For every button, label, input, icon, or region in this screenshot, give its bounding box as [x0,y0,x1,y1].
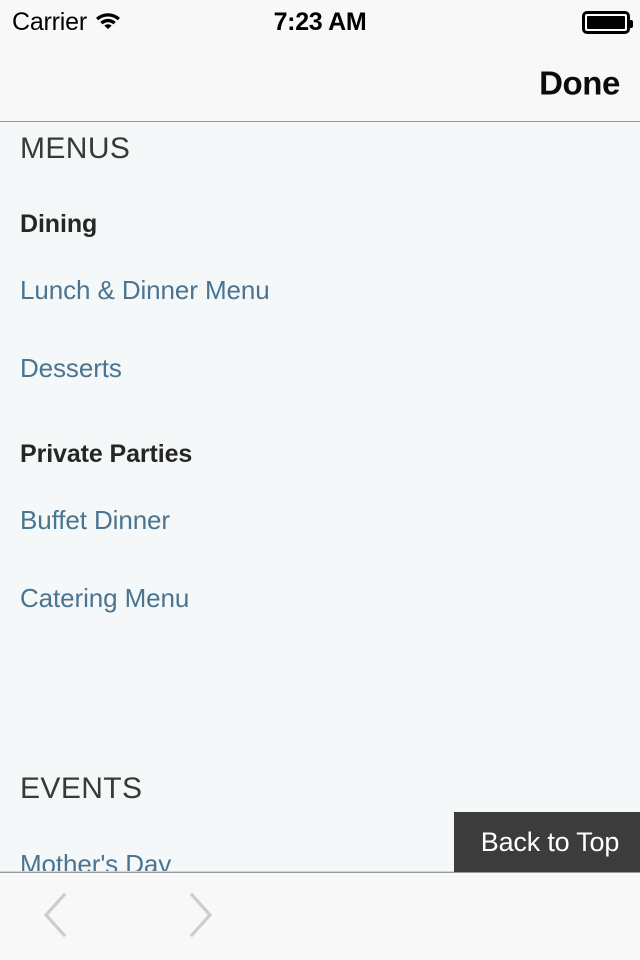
group-title-dining: Dining [20,210,98,238]
status-bar: Carrier 7:23 AM [0,0,640,44]
chevron-right-icon [185,891,215,942]
back-to-top-button[interactable]: Back to Top [454,812,640,872]
menu-link-mothers-day[interactable]: Mother's Day [20,849,171,872]
group-title-private-parties: Private Parties [20,440,193,468]
wifi-icon [95,10,121,34]
status-bar-right [582,0,633,44]
web-content-view[interactable]: MENUS Dining Lunch & Dinner Menu Dessert… [0,123,640,872]
back-button[interactable] [8,873,104,960]
menu-link-catering-menu[interactable]: Catering Menu [20,583,189,614]
navigation-bar: Done [0,44,640,122]
carrier-label: Carrier [12,7,87,36]
done-button[interactable]: Done [537,62,622,103]
battery-fill [587,15,625,29]
chevron-left-icon [41,891,71,942]
section-heading-menus: MENUS [20,132,131,165]
forward-button[interactable] [152,873,248,960]
menu-link-lunch-dinner[interactable]: Lunch & Dinner Menu [20,275,270,306]
clock-label: 7:23 AM [273,7,367,36]
menu-link-buffet-dinner[interactable]: Buffet Dinner [20,505,170,536]
bottom-toolbar [0,872,640,960]
status-bar-left: Carrier [12,0,121,44]
menu-link-desserts[interactable]: Desserts [20,353,122,384]
section-heading-events: EVENTS [20,772,143,805]
battery-full-icon [582,10,633,34]
phone-screen: Carrier 7:23 AM Done MENUS Dining Lunch … [0,0,640,960]
